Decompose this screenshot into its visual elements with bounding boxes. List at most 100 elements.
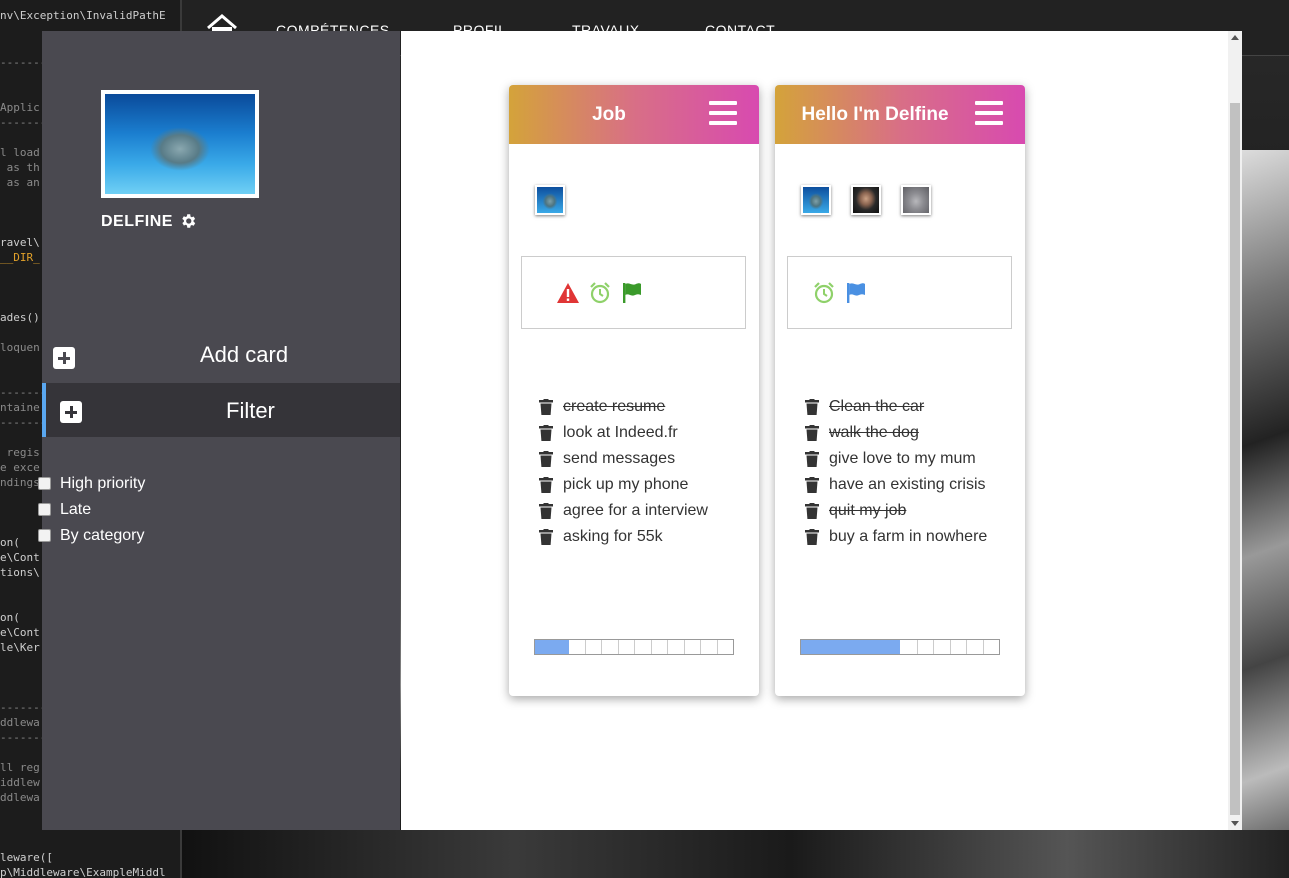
progress-segment xyxy=(667,640,668,654)
code-line: ades() xyxy=(0,311,40,324)
progress-segment xyxy=(966,640,967,654)
filter-option-label: High priority xyxy=(60,475,146,492)
trash-icon[interactable] xyxy=(539,529,553,545)
code-line: loquen xyxy=(0,341,40,354)
progress-bar xyxy=(800,639,1000,655)
member-avatar[interactable] xyxy=(801,185,831,215)
filter-toggle[interactable]: Filter xyxy=(42,383,400,437)
card[interactable]: Job create resume look at Indeed.fr send m… xyxy=(509,85,759,696)
card-title: Hello I'm Delfine xyxy=(801,104,949,125)
card[interactable]: Hello I'm Delfine Clean the car walk the … xyxy=(775,85,1025,696)
code-line: e exce xyxy=(0,461,40,474)
code-line: e\Cont xyxy=(0,551,40,564)
menu-icon[interactable] xyxy=(975,101,1003,127)
checkbox[interactable] xyxy=(38,503,51,516)
code-line: ------- xyxy=(0,701,47,714)
progress-segment xyxy=(634,640,635,654)
member-avatar[interactable] xyxy=(535,185,565,215)
trash-icon[interactable] xyxy=(539,477,553,493)
scrollbar-thumb[interactable] xyxy=(1230,103,1240,815)
code-line: le\Ker xyxy=(0,641,40,654)
task-text[interactable]: asking for 55k xyxy=(563,528,663,546)
task-text[interactable]: have an existing crisis xyxy=(829,476,986,494)
code-line: ------- xyxy=(0,386,47,399)
code-line: as th xyxy=(0,161,40,174)
code-line: Applic xyxy=(0,101,40,114)
flag-icon[interactable] xyxy=(844,281,868,305)
trash-icon[interactable] xyxy=(539,425,553,441)
menu-icon[interactable] xyxy=(709,101,737,127)
trash-icon[interactable] xyxy=(805,477,819,493)
code-line: ------- xyxy=(0,416,47,429)
code-line: nv\Exception\InvalidPathE xyxy=(0,9,166,22)
code-line: ll reg xyxy=(0,761,40,774)
filter-option-label: Late xyxy=(60,501,92,518)
card-title: Job xyxy=(592,104,626,125)
trash-icon[interactable] xyxy=(539,399,553,415)
warning-icon[interactable] xyxy=(556,281,580,305)
code-line: on( xyxy=(0,536,20,549)
member-avatar[interactable] xyxy=(851,185,881,215)
code-line: ddlewa xyxy=(0,716,40,729)
code-line: e\Cont xyxy=(0,626,40,639)
alarm-clock-icon[interactable] xyxy=(812,281,836,305)
progress-segment xyxy=(950,640,951,654)
code-line: as an xyxy=(0,176,40,189)
task-text[interactable]: give love to my mum xyxy=(829,450,976,468)
trash-icon[interactable] xyxy=(805,399,819,415)
code-line: ------- xyxy=(0,116,47,129)
avatar[interactable] xyxy=(101,90,259,198)
task-text[interactable]: agree for a interview xyxy=(563,502,708,520)
trash-icon[interactable] xyxy=(805,425,819,441)
progress-segment xyxy=(933,640,934,654)
progress-segment xyxy=(917,640,918,654)
card-labels xyxy=(787,256,1012,329)
task-text[interactable]: send messages xyxy=(563,450,675,468)
progress-segment xyxy=(618,640,619,654)
checkbox[interactable] xyxy=(38,477,51,490)
task-text[interactable]: Clean the car xyxy=(829,398,924,416)
task-text[interactable]: pick up my phone xyxy=(563,476,688,494)
code-line: ddlewa xyxy=(0,791,40,804)
task-text[interactable]: look at Indeed.fr xyxy=(563,424,678,442)
progress-segment xyxy=(983,640,984,654)
code-line: ndings xyxy=(0,476,40,489)
trash-icon[interactable] xyxy=(805,451,819,467)
task-text[interactable]: walk the dog xyxy=(829,424,919,442)
code-line: __DIR_ xyxy=(0,251,40,264)
card-header: Job xyxy=(509,85,759,144)
trash-icon[interactable] xyxy=(539,451,553,467)
progress-segment xyxy=(684,640,685,654)
code-line: iddlew xyxy=(0,776,40,789)
alarm-clock-icon[interactable] xyxy=(588,281,612,305)
trash-icon[interactable] xyxy=(539,503,553,519)
card-labels xyxy=(521,256,746,329)
mountain-image xyxy=(1239,150,1289,878)
code-line: ravel\ xyxy=(0,236,40,249)
progress-segment xyxy=(717,640,718,654)
scrollbar[interactable] xyxy=(1228,31,1242,830)
scroll-up-arrow[interactable] xyxy=(1231,35,1239,40)
progress-segment xyxy=(601,640,602,654)
progress-fill xyxy=(535,640,569,654)
add-card-button[interactable]: Add card xyxy=(42,331,400,381)
gear-icon[interactable] xyxy=(179,212,197,230)
task-text[interactable]: quit my job xyxy=(829,502,906,520)
flag-icon[interactable] xyxy=(620,281,644,305)
scroll-down-arrow[interactable] xyxy=(1231,821,1239,826)
plus-icon xyxy=(60,401,82,423)
progress-segment xyxy=(651,640,652,654)
code-line: p\Middleware\ExampleMiddl xyxy=(0,866,166,878)
checkbox[interactable] xyxy=(38,529,51,542)
add-card-label: Add card xyxy=(200,342,289,367)
filter-option-label: By category xyxy=(60,527,145,544)
task-text[interactable]: create resume xyxy=(563,398,665,416)
trash-icon[interactable] xyxy=(805,503,819,519)
sidebar: DELFINE Add card Filter xyxy=(42,31,400,830)
progress-segment xyxy=(585,640,586,654)
trash-icon[interactable] xyxy=(805,529,819,545)
task-text[interactable]: buy a farm in nowhere xyxy=(829,528,987,546)
member-avatar[interactable] xyxy=(901,185,931,215)
plus-icon xyxy=(53,347,75,369)
card-header: Hello I'm Delfine xyxy=(775,85,1025,144)
